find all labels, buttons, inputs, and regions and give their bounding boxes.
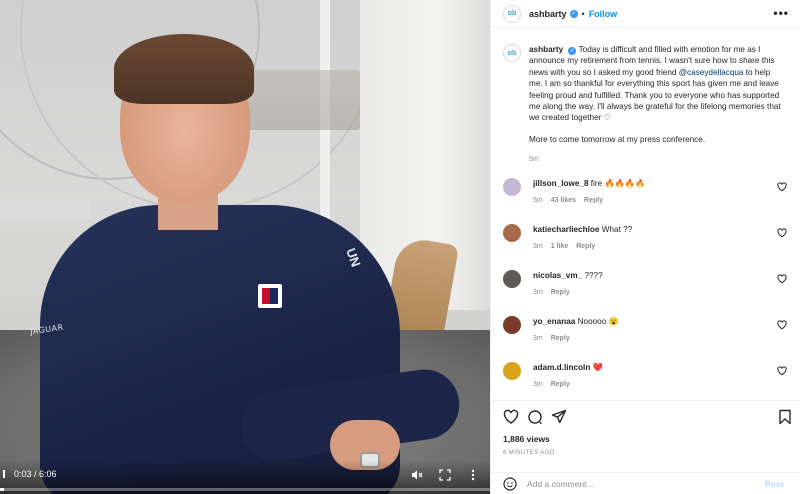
comment-time: 3m (533, 335, 543, 342)
comment-text: ❤️ (592, 363, 603, 372)
view-count[interactable]: 1,886 views (503, 434, 550, 444)
instagram-post-view: JAGUAR UN 0:03 / 6:06 ob ashbarty ✓ • Fo… (0, 0, 800, 494)
reply-button[interactable]: Reply (584, 197, 603, 204)
comment-username[interactable]: nicolas_vm_ (533, 271, 582, 280)
comment-username[interactable]: katiecharliechloe (533, 225, 599, 234)
like-heart-icon[interactable] (503, 409, 519, 425)
video-progress-fill (0, 488, 4, 491)
caption-avatar[interactable]: ob (503, 44, 521, 62)
comment-meta: 3m Reply (533, 381, 578, 388)
comment-avatar[interactable] (503, 362, 521, 380)
comment-icon[interactable] (527, 409, 543, 425)
comment-time: 5m (533, 197, 543, 204)
comment-likes[interactable]: 43 likes (551, 197, 576, 204)
avatar[interactable]: ob (503, 4, 521, 23)
comment-meta: 5m 43 likes Reply (533, 197, 611, 204)
comment-like-heart-icon[interactable] (777, 366, 787, 376)
save-bookmark-icon[interactable] (777, 409, 793, 425)
fullscreen-icon[interactable] (438, 468, 452, 482)
comment-likes[interactable]: 1 like (551, 243, 569, 250)
post-comment-button[interactable]: Post (765, 479, 783, 489)
comment-like-heart-icon[interactable] (777, 182, 787, 192)
background-shelf (240, 70, 360, 130)
comment-meta: 3m Reply (533, 289, 578, 296)
comment-avatar[interactable] (503, 178, 521, 196)
comment-like-heart-icon[interactable] (777, 320, 787, 330)
fila-logo-icon (258, 284, 282, 308)
comment-time: 3m (533, 243, 543, 250)
reply-button[interactable]: Reply (551, 335, 570, 342)
header-username[interactable]: ashbarty (529, 9, 567, 19)
caption: ob ashbarty ✓ Today is difficult and fil… (503, 44, 789, 166)
heart-emoji-icon: ♡ (603, 113, 611, 123)
video-controls: 0:03 / 6:06 (0, 460, 490, 494)
avatar-text: ob (507, 49, 517, 57)
mention-link[interactable]: @caseydellacqua (679, 68, 744, 77)
more-options-icon[interactable]: ••• (773, 6, 789, 20)
header-separator: • (581, 8, 585, 19)
comment-body: nicolas_vm_ ???? (533, 271, 773, 280)
reply-button[interactable]: Reply (576, 243, 595, 250)
comment-avatar[interactable] (503, 316, 521, 334)
follow-button[interactable]: Follow (589, 9, 618, 19)
comment-body: adam.d.lincoln ❤️ (533, 363, 773, 373)
verified-badge-icon: ✓ (568, 47, 577, 55)
comment-username[interactable]: yo_enanaa (533, 317, 575, 326)
post-header: ob ashbarty ✓ • Follow ••• (491, 0, 800, 28)
video-time: 0:03 / 6:06 (14, 469, 57, 479)
verified-badge-icon: ✓ (569, 9, 578, 18)
post-side-panel: ob ashbarty ✓ • Follow ••• ob ashbarty ✓… (490, 0, 800, 494)
comment-text: Nooooo 😮 (577, 317, 619, 326)
share-icon[interactable] (551, 409, 567, 425)
caption-timestamp: 5m (529, 156, 539, 164)
comment-input[interactable] (527, 478, 757, 489)
video-player[interactable]: JAGUAR UN 0:03 / 6:06 (0, 0, 490, 494)
video-more-icon[interactable] (466, 468, 480, 482)
add-comment-bar: Post (491, 472, 800, 494)
background-table (0, 200, 90, 220)
comment-username[interactable]: adam.d.lincoln (533, 363, 590, 372)
person-hair (114, 34, 254, 104)
caption-text: ashbarty ✓ Today is difficult and filled… (529, 44, 785, 166)
reply-button[interactable]: Reply (551, 289, 570, 296)
video-progress-bar[interactable] (0, 488, 490, 491)
avatar-text: ob (507, 10, 517, 17)
comment-meta: 3m Reply (533, 335, 578, 342)
comment-like-heart-icon[interactable] (777, 274, 787, 284)
post-timestamp: 6 MINUTES AGO (503, 450, 555, 456)
emoji-picker-icon[interactable] (503, 476, 517, 491)
comment-body: yo_enanaa Nooooo 😮 (533, 317, 773, 327)
comment-text: What ?? (601, 225, 633, 234)
caption-more-text: More to come tomorrow at my press confer… (529, 134, 706, 144)
comment-meta: 3m 1 like Reply (533, 243, 603, 250)
comment-body: katiecharliechloe What ?? (533, 225, 773, 234)
comment-avatar[interactable] (503, 270, 521, 288)
comment-avatar[interactable] (503, 224, 521, 242)
comment-time: 3m (533, 289, 543, 296)
comment-like-heart-icon[interactable] (777, 228, 787, 238)
play-position-icon[interactable] (3, 470, 5, 478)
caption-username[interactable]: ashbarty (529, 45, 563, 54)
comment-body: jillson_lowe_8 fire 🔥🔥🔥🔥 (533, 179, 773, 189)
action-bar (491, 400, 800, 430)
comment-text: fire 🔥🔥🔥🔥 (590, 179, 646, 188)
comment-text: ???? (584, 271, 603, 280)
comment-username[interactable]: jillson_lowe_8 (533, 179, 589, 188)
comment-time: 3m (533, 381, 543, 388)
reply-button[interactable]: Reply (551, 381, 570, 388)
mute-icon[interactable] (410, 468, 424, 482)
